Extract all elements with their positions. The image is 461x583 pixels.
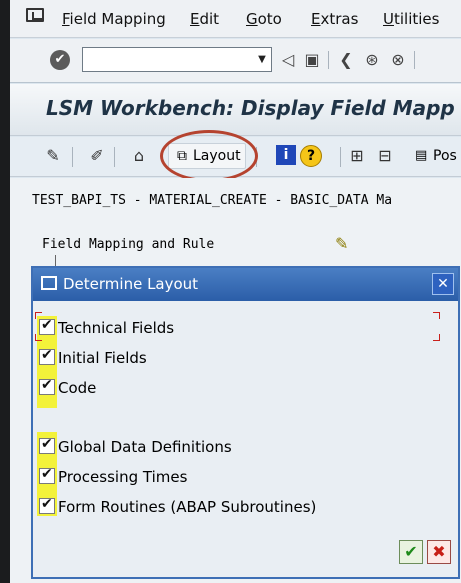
checkbox[interactable]	[39, 317, 55, 335]
toolbar-separator	[114, 147, 115, 167]
back-arrow-icon[interactable]: ◁	[278, 49, 298, 71]
option-label: Technical Fields	[58, 319, 175, 337]
menu-goto[interactable]: Goto	[246, 10, 282, 28]
expand-icon[interactable]: ⊞	[346, 145, 368, 167]
menu-utilities[interactable]: Utilities	[383, 10, 439, 28]
screen-title-bar: LSM Workbench: Display Field Mapp	[10, 84, 461, 136]
option-label: Global Data Definitions	[58, 438, 232, 456]
checkbox[interactable]	[39, 466, 55, 484]
chevron-down-icon[interactable]: ▼	[254, 49, 270, 70]
dialog-window-icon	[41, 276, 57, 290]
screen-title: LSM Workbench: Display Field Mapp	[46, 96, 455, 120]
checkbox[interactable]	[39, 436, 55, 454]
toolbar-separator	[328, 51, 329, 69]
option-label: Code	[58, 379, 97, 397]
dialog-title: Determine Layout	[63, 275, 199, 293]
menu-edit[interactable]: Edit	[190, 10, 219, 28]
menu-window-icon[interactable]	[26, 8, 44, 22]
display-change-icon[interactable]: ✎	[42, 145, 64, 167]
option-label: Initial Fields	[58, 349, 147, 367]
menu-extras[interactable]: Extras	[311, 10, 358, 28]
close-icon[interactable]: ✕	[432, 273, 454, 295]
sap-window: Field Mapping Edit Goto Extras Utilities…	[10, 0, 461, 583]
position-icon: ▤	[415, 148, 428, 163]
position-label: Pos	[433, 148, 457, 164]
selection-corner	[433, 312, 440, 319]
selection-corner	[433, 334, 440, 341]
collapse-icon[interactable]: ⊟	[374, 145, 396, 167]
option-label: Form Routines (ABAP Subroutines)	[58, 498, 317, 516]
dialog-title-bar[interactable]: Determine Layout ✕	[33, 268, 458, 301]
rule-icon[interactable]: ✎	[335, 234, 355, 253]
position-button[interactable]: ▤ Pos	[413, 144, 461, 170]
toolbar-separator	[340, 147, 341, 167]
help-icon[interactable]: ?	[300, 145, 322, 167]
object-path: TEST_BAPI_TS - MATERIAL_CREATE - BASIC_D…	[32, 193, 393, 208]
cancel-button[interactable]: ✖	[427, 540, 451, 564]
menu-bar: Field Mapping Edit Goto Extras Utilities	[10, 0, 461, 38]
toolbar-separator	[414, 51, 415, 69]
annotation-ring	[160, 130, 258, 182]
cancel-icon[interactable]: ⊗	[388, 49, 408, 71]
selection-corner	[35, 334, 42, 341]
checkbox[interactable]	[39, 347, 55, 365]
option-label: Processing Times	[58, 468, 188, 486]
checkbox[interactable]	[39, 377, 55, 395]
command-field[interactable]: ▼	[82, 47, 272, 72]
exit-icon[interactable]: ⊛	[362, 49, 382, 71]
save-icon[interactable]: ▣	[302, 49, 322, 71]
standard-toolbar: ✔ ▼ ◁ ▣ ❮ ⊛ ⊗	[10, 39, 461, 83]
determine-layout-dialog: Determine Layout ✕ Technical Fields Init…	[31, 266, 460, 579]
info-icon[interactable]: i	[276, 145, 296, 165]
menu-field-mapping[interactable]: Field Mapping	[62, 10, 166, 28]
back-icon[interactable]: ❮	[336, 49, 356, 71]
enter-icon[interactable]: ✔	[50, 50, 70, 70]
hierarchy-icon[interactable]: ⌂	[128, 145, 150, 167]
confirm-button[interactable]: ✔	[399, 540, 423, 564]
tree-root-label[interactable]: Field Mapping and Rule	[42, 237, 214, 252]
checkbox[interactable]	[39, 496, 55, 514]
toolbar-separator	[72, 147, 73, 167]
edit-icon[interactable]: ✐	[86, 145, 108, 167]
